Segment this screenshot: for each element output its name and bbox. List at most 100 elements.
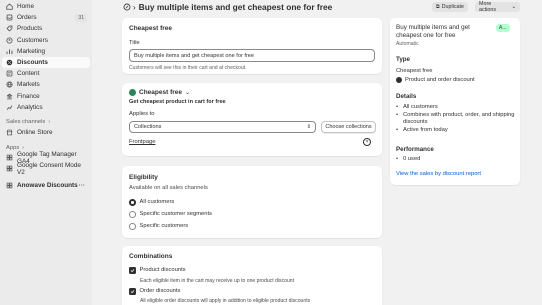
title-help-text: Customers will see this in their cart an… bbox=[129, 65, 247, 71]
radio-specific-customers[interactable]: Specific customers bbox=[129, 223, 188, 230]
orders-count-badge: 31 bbox=[75, 13, 87, 22]
applies-to-select[interactable]: Collections ⇕ bbox=[129, 121, 316, 133]
sidebar-item-label: Marketing bbox=[17, 47, 46, 55]
products-icon bbox=[6, 25, 13, 32]
checkbox-product-discounts[interactable]: Product discounts bbox=[129, 267, 186, 274]
sidebar: Home Orders 31 Products Customers Market… bbox=[0, 0, 92, 305]
sidebar-item-markets[interactable]: Markets bbox=[2, 79, 90, 90]
chevron-down-icon: ⌄ bbox=[511, 4, 516, 10]
sidebar-item-analytics[interactable]: Analytics bbox=[2, 102, 90, 113]
performance-value: • 0 used bbox=[396, 156, 421, 162]
sidebar-item-label: Analytics bbox=[17, 103, 43, 111]
store-icon bbox=[6, 129, 13, 136]
sidebar-item-orders[interactable]: Orders 31 bbox=[2, 12, 90, 23]
radio-icon bbox=[129, 223, 136, 230]
sidebar-item-label: Orders bbox=[17, 14, 37, 22]
sales-report-link[interactable]: View the sales by discount report bbox=[396, 171, 481, 177]
app-name-row: Cheapest free ⌄ bbox=[129, 89, 190, 96]
app-discount-card: Cheapest free ⌄ Get cheapest product in … bbox=[122, 83, 382, 156]
list-item: • Active from today bbox=[396, 126, 448, 133]
page-title: Buy multiple items and get cheapest one … bbox=[138, 2, 333, 12]
sales-channels-heading[interactable]: Sales channels › bbox=[0, 118, 92, 127]
sidebar-item-content[interactable]: Content bbox=[2, 68, 90, 79]
sidebar-item-label: Finance bbox=[17, 92, 40, 100]
discount-icon bbox=[6, 59, 13, 66]
type-value: Cheapest free bbox=[396, 68, 433, 74]
page-header: › Buy multiple items and get cheapest on… bbox=[122, 1, 520, 13]
app-icon bbox=[6, 165, 13, 172]
chevron-right-icon[interactable]: › bbox=[133, 3, 136, 12]
app-subtitle: Get cheapest product in cart for free bbox=[129, 99, 226, 105]
marketing-icon bbox=[6, 48, 13, 55]
checkbox-checked-icon bbox=[129, 288, 136, 295]
eligibility-subtitle: Available on all sales channels bbox=[129, 185, 208, 191]
chevron-right-icon: › bbox=[22, 144, 24, 151]
title-card: Cheapest free Title Buy multiple items a… bbox=[122, 18, 382, 74]
sidebar-item-label: Home bbox=[17, 3, 35, 11]
summary-title: Buy multiple items and get cheapest one … bbox=[396, 24, 470, 39]
sidebar-item-label: Content bbox=[17, 70, 40, 78]
combinations-card: Combinations Product discounts Each elig… bbox=[122, 246, 382, 305]
sidebar-item-label: Markets bbox=[17, 81, 40, 89]
app-icon bbox=[6, 154, 13, 161]
type-heading: Type bbox=[396, 56, 410, 63]
discount-icon bbox=[122, 3, 131, 12]
product-discounts-help: Each eligible item in the cart may recei… bbox=[140, 278, 295, 284]
checkbox-order-discounts[interactable]: Order discounts bbox=[129, 288, 180, 295]
product-icon bbox=[396, 77, 402, 83]
list-item: • All customers bbox=[396, 104, 438, 110]
choose-collections-button[interactable]: Choose collections bbox=[321, 121, 376, 133]
radio-icon bbox=[129, 211, 136, 218]
sidebar-item-discounts[interactable]: Discounts bbox=[2, 56, 90, 69]
content-icon bbox=[6, 70, 13, 77]
customers-icon bbox=[6, 37, 13, 44]
finance-icon bbox=[6, 93, 13, 100]
card-heading: Combinations bbox=[129, 253, 173, 260]
app-icon bbox=[129, 89, 136, 96]
details-heading: Details bbox=[396, 93, 417, 100]
sidebar-item-label: Customers bbox=[17, 36, 48, 44]
sidebar-item-anowave-discounts[interactable]: Anowave Discounts ··· bbox=[2, 179, 90, 190]
order-discounts-help: All eligible order discounts will apply … bbox=[140, 298, 311, 304]
sidebar-item-label: Online Store bbox=[17, 128, 53, 136]
performance-heading: Performance bbox=[396, 146, 434, 153]
duplicate-button[interactable]: ⧉ Duplicate bbox=[432, 2, 469, 12]
sidebar-item-home[interactable]: Home bbox=[2, 1, 90, 12]
radio-all-customers[interactable]: All customers bbox=[129, 199, 174, 206]
sidebar-item-label: Discounts bbox=[17, 59, 48, 67]
sidebar-item-app-consent[interactable]: Google Consent Mode V2 bbox=[2, 161, 90, 176]
summary-method: Automatic bbox=[396, 41, 419, 47]
sidebar-item-products[interactable]: Products bbox=[2, 23, 90, 34]
analytics-icon bbox=[6, 104, 13, 111]
sidebar-item-customers[interactable]: Customers bbox=[2, 35, 90, 46]
details-list: • All customers • Combines with product, o… bbox=[396, 104, 516, 134]
sidebar-item-label: Products bbox=[17, 25, 43, 33]
applies-to-label: Applies to bbox=[129, 111, 155, 117]
eligibility-card: Eligibility Available on all sales chann… bbox=[122, 166, 382, 238]
more-horizontal-icon[interactable]: ··· bbox=[79, 182, 85, 189]
chevron-down-icon[interactable]: ⌄ bbox=[185, 89, 190, 96]
sidebar-item-online-store[interactable]: Online Store bbox=[2, 127, 90, 138]
app-icon bbox=[6, 182, 13, 189]
status-badge: A... bbox=[496, 24, 510, 32]
remove-icon[interactable]: × bbox=[363, 138, 371, 146]
sidebar-item-marketing[interactable]: Marketing bbox=[2, 46, 90, 57]
orders-icon bbox=[6, 14, 13, 21]
type-detail-row: Product and order discount bbox=[396, 77, 475, 83]
sidebar-item-label: Google Consent Mode V2 bbox=[17, 161, 81, 176]
collection-item-frontpage[interactable]: Frontpage bbox=[129, 139, 155, 145]
title-input[interactable]: Buy multiple items and get cheapest one … bbox=[129, 49, 375, 62]
sidebar-item-finance[interactable]: Finance bbox=[2, 91, 90, 102]
title-label: Title bbox=[129, 40, 140, 46]
select-arrows-icon: ⇕ bbox=[306, 124, 311, 130]
more-actions-button[interactable]: More actions ⌄ bbox=[475, 1, 520, 13]
radio-icon bbox=[129, 199, 136, 206]
card-heading: Cheapest free bbox=[129, 25, 172, 32]
summary-card: Buy multiple items and get cheapest one … bbox=[390, 18, 520, 185]
sidebar-item-label: Anowave Discounts bbox=[17, 181, 78, 189]
duplicate-icon: ⧉ bbox=[436, 4, 440, 10]
markets-icon bbox=[6, 81, 13, 88]
checkbox-checked-icon bbox=[129, 267, 136, 274]
radio-customer-segments[interactable]: Specific customer segments bbox=[129, 211, 212, 218]
app-name: Cheapest free bbox=[139, 89, 182, 96]
